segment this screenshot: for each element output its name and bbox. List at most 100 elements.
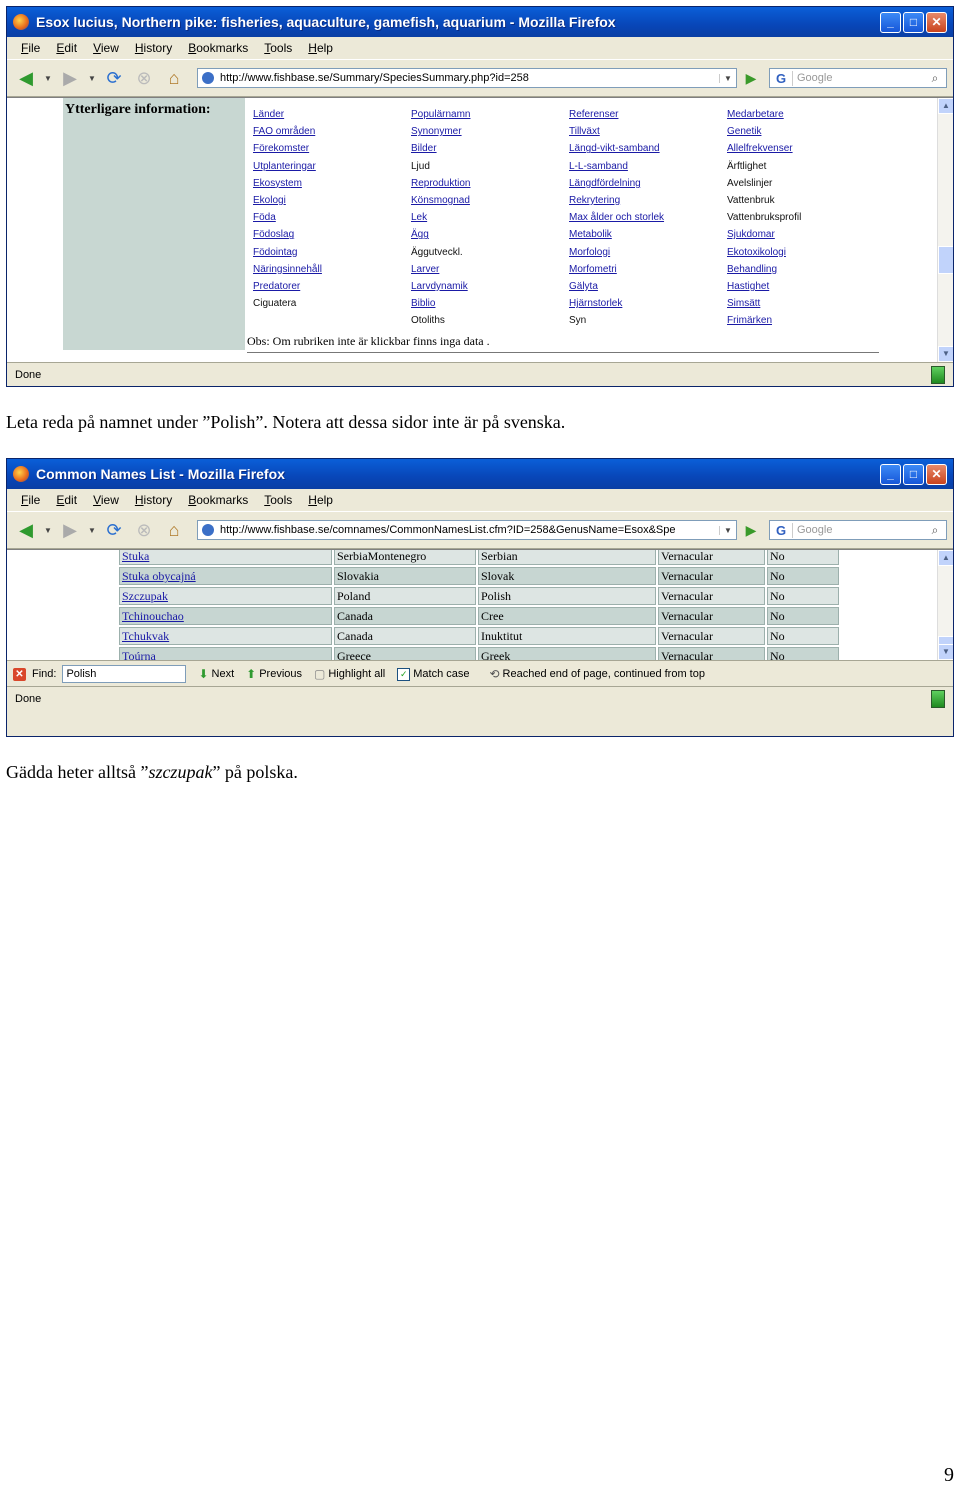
menu-help[interactable]: Help bbox=[300, 493, 341, 507]
checkbox-checked-icon[interactable]: ✓ bbox=[397, 667, 411, 681]
scroll-down-icon[interactable]: ▼ bbox=[938, 346, 953, 362]
info-link[interactable]: Bilder bbox=[411, 140, 470, 157]
common-name-link[interactable]: Tchukvak bbox=[119, 627, 332, 645]
back-arrow-icon[interactable]: ◀ bbox=[13, 517, 39, 543]
forward-history-dropdown-icon[interactable]: ▼ bbox=[87, 74, 97, 83]
info-link[interactable]: Biblio bbox=[411, 295, 470, 312]
google-icon[interactable]: G bbox=[770, 522, 793, 538]
menu-tools[interactable]: Tools bbox=[256, 41, 300, 55]
back-history-dropdown-icon[interactable]: ▼ bbox=[43, 526, 53, 535]
menu-file[interactable]: File bbox=[13, 41, 48, 55]
info-link[interactable]: Utplanteringar bbox=[253, 158, 322, 175]
info-link[interactable]: Morfometri bbox=[569, 261, 664, 278]
menu-view[interactable]: View bbox=[85, 41, 127, 55]
menu-bookmarks[interactable]: Bookmarks bbox=[180, 41, 256, 55]
forward-arrow-icon[interactable]: ▶ bbox=[57, 517, 83, 543]
info-link[interactable]: Morfologi bbox=[569, 244, 664, 261]
close-button[interactable]: ✕ bbox=[926, 11, 947, 33]
info-link[interactable]: Referenser bbox=[569, 106, 664, 123]
reload-icon[interactable]: ⟳ bbox=[101, 65, 127, 91]
find-input[interactable]: Polish bbox=[62, 665, 187, 683]
info-link[interactable]: Genetik bbox=[727, 123, 801, 140]
search-placeholder[interactable]: Google bbox=[793, 72, 924, 84]
stop-icon[interactable]: ⊗ bbox=[131, 65, 157, 91]
menu-history[interactable]: History bbox=[127, 41, 180, 55]
match-case-checkbox[interactable]: ✓ Match case bbox=[397, 667, 469, 681]
info-link[interactable]: Ägg bbox=[411, 226, 470, 243]
info-link[interactable]: Behandling bbox=[727, 261, 801, 278]
menu-history[interactable]: History bbox=[127, 493, 180, 507]
back-history-dropdown-icon[interactable]: ▼ bbox=[43, 74, 53, 83]
menu-edit[interactable]: Edit bbox=[48, 41, 85, 55]
common-name-link[interactable]: Szczupak bbox=[119, 587, 332, 605]
info-link[interactable]: Max ålder och storlek bbox=[569, 209, 664, 226]
info-link[interactable]: L-L-samband bbox=[569, 158, 664, 175]
info-link[interactable]: Ekotoxikologi bbox=[727, 244, 801, 261]
info-link[interactable]: Lek bbox=[411, 209, 470, 226]
highlight-all-button[interactable]: ▢ Highlight all bbox=[314, 667, 385, 681]
info-link[interactable]: Längd-vikt-samband bbox=[569, 140, 664, 157]
url-text[interactable]: http://www.fishbase.se/Summary/SpeciesSu… bbox=[220, 72, 719, 84]
url-dropdown-icon[interactable]: ▼ bbox=[719, 525, 736, 535]
scroll-thumb[interactable] bbox=[938, 246, 953, 274]
info-link[interactable]: Metabolik bbox=[569, 226, 664, 243]
info-link[interactable]: Simsätt bbox=[727, 295, 801, 312]
minimize-button[interactable]: _ bbox=[880, 11, 901, 33]
info-link[interactable]: Hjärnstorlek bbox=[569, 295, 664, 312]
scroll-up-icon[interactable]: ▲ bbox=[938, 550, 953, 566]
go-arrow-icon[interactable]: ▶ bbox=[741, 70, 761, 87]
info-link[interactable]: Länder bbox=[253, 106, 322, 123]
menu-file[interactable]: File bbox=[13, 493, 48, 507]
forward-history-dropdown-icon[interactable]: ▼ bbox=[87, 526, 97, 535]
reload-icon[interactable]: ⟳ bbox=[101, 517, 127, 543]
common-name-link[interactable]: Tchinouchao bbox=[119, 607, 332, 625]
info-link[interactable]: Längdfördelning bbox=[569, 175, 664, 192]
menu-bookmarks[interactable]: Bookmarks bbox=[180, 493, 256, 507]
info-link[interactable]: Predatorer bbox=[253, 278, 322, 295]
address-bar[interactable]: http://www.fishbase.se/Summary/SpeciesSu… bbox=[197, 68, 737, 88]
find-next-button[interactable]: ⬇ Next bbox=[198, 667, 234, 681]
menu-help[interactable]: Help bbox=[300, 41, 341, 55]
go-arrow-icon[interactable]: ▶ bbox=[741, 522, 761, 539]
info-link[interactable]: Gälyta bbox=[569, 278, 664, 295]
info-link[interactable]: Allelfrekvenser bbox=[727, 140, 801, 157]
google-icon[interactable]: G bbox=[770, 70, 793, 86]
info-link[interactable]: Synonymer bbox=[411, 123, 470, 140]
info-link[interactable]: Larvdynamik bbox=[411, 278, 470, 295]
vertical-scrollbar[interactable]: ▲ ▼ bbox=[937, 550, 953, 660]
info-link[interactable]: Näringsinnehåll bbox=[253, 261, 322, 278]
info-link[interactable]: Populärnamn bbox=[411, 106, 470, 123]
info-link[interactable]: Hastighet bbox=[727, 278, 801, 295]
search-magnifier-icon[interactable]: ⌕ bbox=[924, 523, 946, 538]
info-link[interactable]: Sjukdomar bbox=[727, 226, 801, 243]
maximize-button[interactable]: □ bbox=[903, 11, 924, 33]
common-name-link[interactable]: Stuka obycajná bbox=[119, 567, 332, 585]
find-previous-button[interactable]: ⬆ Previous bbox=[246, 667, 302, 681]
address-bar[interactable]: http://www.fishbase.se/comnames/CommonNa… bbox=[197, 520, 737, 540]
back-arrow-icon[interactable]: ◀ bbox=[13, 65, 39, 91]
info-link[interactable]: Ekologi bbox=[253, 192, 322, 209]
forward-arrow-icon[interactable]: ▶ bbox=[57, 65, 83, 91]
scroll-up-icon[interactable]: ▲ bbox=[938, 98, 953, 114]
close-button[interactable]: ✕ bbox=[926, 463, 947, 485]
search-box[interactable]: G Google ⌕ bbox=[769, 68, 947, 88]
menu-tools[interactable]: Tools bbox=[256, 493, 300, 507]
search-box[interactable]: G Google ⌕ bbox=[769, 520, 947, 540]
url-text[interactable]: http://www.fishbase.se/comnames/CommonNa… bbox=[220, 524, 719, 536]
menu-view[interactable]: View bbox=[85, 493, 127, 507]
close-find-bar-icon[interactable]: ✕ bbox=[13, 667, 26, 681]
info-link[interactable]: Rekrytering bbox=[569, 192, 664, 209]
info-link[interactable]: Medarbetare bbox=[727, 106, 801, 123]
info-link[interactable]: Födointag bbox=[253, 244, 322, 261]
info-link[interactable]: Ekosystem bbox=[253, 175, 322, 192]
info-link[interactable]: Födoslag bbox=[253, 226, 322, 243]
info-link[interactable]: Föda bbox=[253, 209, 322, 226]
search-placeholder[interactable]: Google bbox=[793, 524, 924, 536]
stop-icon[interactable]: ⊗ bbox=[131, 517, 157, 543]
home-icon[interactable]: ⌂ bbox=[161, 517, 187, 543]
vertical-scrollbar[interactable]: ▲ ▼ bbox=[937, 98, 953, 362]
info-link[interactable]: FAO områden bbox=[253, 123, 322, 140]
info-link[interactable]: Förekomster bbox=[253, 140, 322, 157]
info-link[interactable]: Frimärken bbox=[727, 312, 801, 329]
minimize-button[interactable]: _ bbox=[880, 463, 901, 485]
